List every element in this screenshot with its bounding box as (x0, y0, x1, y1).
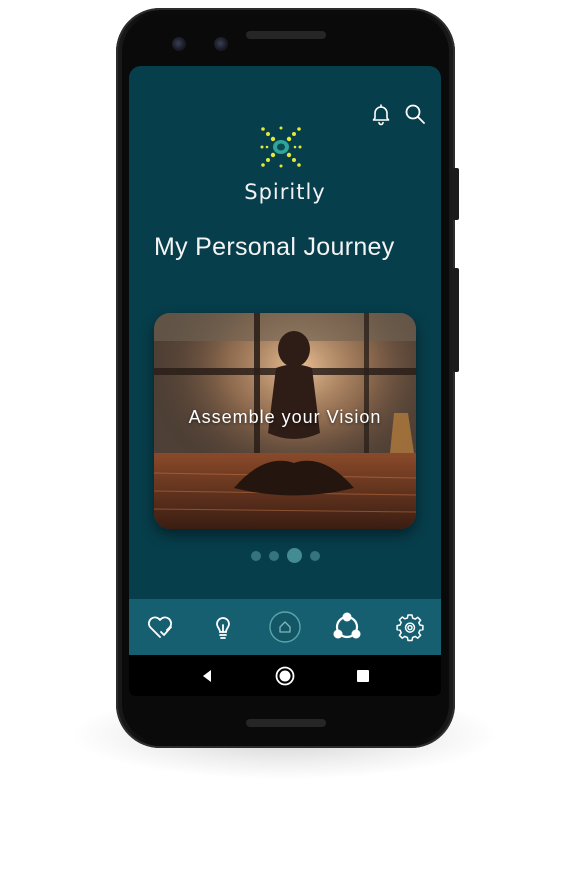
nav-item-wellbeing[interactable] (140, 607, 180, 647)
gear-icon (396, 614, 424, 642)
bell-icon[interactable] (369, 102, 393, 126)
carousel-dots (129, 548, 441, 563)
heart-check-icon (148, 616, 173, 638)
front-camera-icon (172, 37, 186, 51)
app-screen: Spiritly My Personal Journey Assemble yo… (129, 66, 441, 696)
carousel-dot[interactable] (309, 550, 320, 561)
card-label: Assemble your Vision (188, 407, 382, 427)
volume-button (453, 268, 459, 372)
nav-item-community[interactable] (327, 607, 367, 647)
page-title: My Personal Journey (154, 233, 395, 261)
back-icon[interactable] (200, 669, 214, 683)
bottom-nav (129, 599, 441, 655)
carousel-dot[interactable] (250, 550, 261, 561)
nav-item-ideas[interactable] (203, 607, 243, 647)
earpiece-speaker (246, 31, 326, 39)
lightbulb-icon (215, 617, 230, 639)
power-button (453, 168, 459, 220)
spiritly-logo (258, 124, 304, 170)
carousel-card[interactable]: Assemble your Vision (154, 313, 416, 529)
carousel-dot[interactable] (268, 550, 279, 561)
brand-name: Spiritly (244, 180, 326, 204)
front-sensor-icon (214, 37, 228, 51)
carousel-dot-active[interactable] (286, 548, 302, 563)
home-circle-icon[interactable] (275, 666, 295, 686)
nav-item-home[interactable] (265, 607, 305, 647)
home-icon (269, 611, 301, 643)
system-nav-bar (129, 655, 441, 696)
bottom-speaker (246, 719, 326, 727)
recents-icon[interactable] (356, 669, 370, 683)
nav-item-settings[interactable] (390, 607, 430, 647)
header-actions (369, 102, 427, 126)
search-icon[interactable] (403, 102, 427, 126)
share-network-icon (333, 612, 361, 639)
